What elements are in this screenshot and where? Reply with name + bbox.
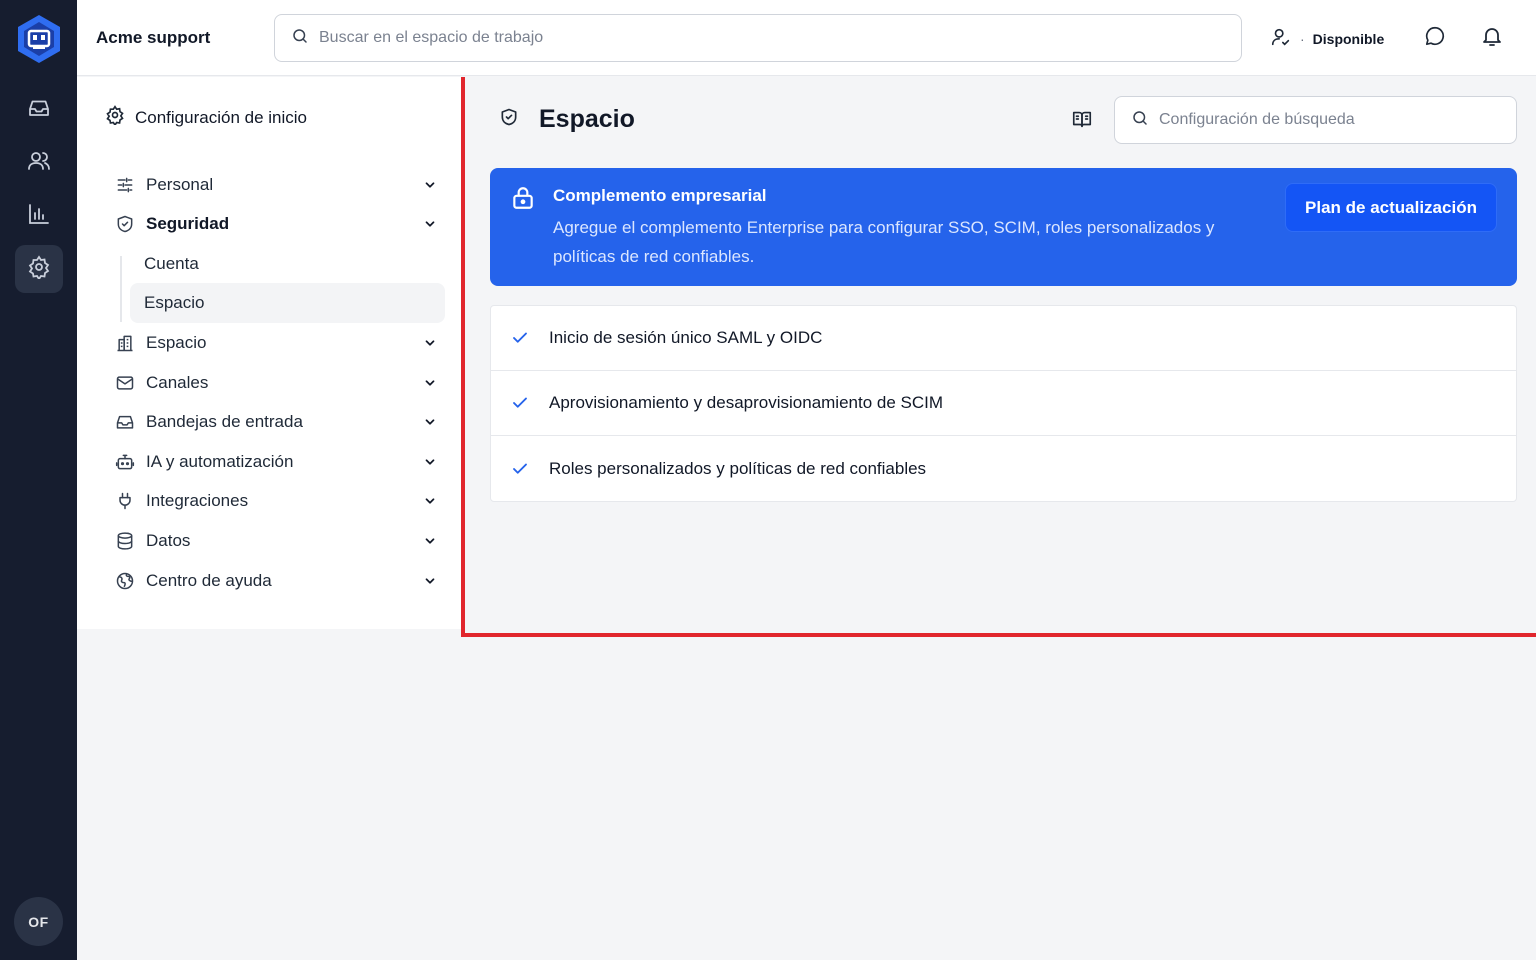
nav-item-label: Bandejas de entrada [146, 412, 303, 431]
nav-item-label: Datos [146, 531, 191, 550]
chevron-down-icon [422, 533, 438, 549]
database-icon [114, 530, 136, 552]
users-icon [27, 149, 51, 178]
feature-item: Roles personalizados y políticas de red … [491, 436, 1516, 501]
chevron-down-icon [422, 454, 438, 470]
banner-description: Agregue el complemento Enterprise para c… [553, 218, 1215, 266]
feature-label: Aprovisionamiento y desaprovisionamiento… [549, 393, 944, 412]
shield-icon [114, 213, 136, 235]
book-open-icon [1071, 108, 1093, 135]
submenu-guide-line [120, 256, 122, 322]
nav-subitem-account[interactable]: Cuenta [130, 244, 445, 284]
notifications-button[interactable] [1478, 24, 1506, 52]
settings-search-input[interactable] [1159, 111, 1499, 129]
nav-item-ai-automation[interactable]: IA y automatización [114, 444, 438, 480]
nav-item-help-center[interactable]: Centro de ayuda [114, 563, 438, 599]
reports-icon [27, 202, 51, 231]
top-bar: Acme support · Disponible [77, 0, 1536, 76]
chevron-down-icon [422, 335, 438, 351]
chat-bubble-icon [1424, 25, 1446, 52]
enterprise-addon-banner: Complemento empresarial Agregue el compl… [490, 168, 1517, 286]
nav-item-inboxes[interactable]: Bandejas de entrada [114, 404, 438, 440]
settings-nav: Configuración de inicio Personal Segurid… [77, 77, 461, 629]
shield-icon [499, 107, 519, 132]
rail-settings-button[interactable] [15, 245, 63, 293]
inbox-icon [27, 96, 51, 125]
nav-item-personal[interactable]: Personal [114, 167, 438, 203]
chat-button[interactable] [1421, 24, 1449, 52]
chevron-down-icon [422, 375, 438, 391]
nav-item-label: Integraciones [146, 491, 249, 510]
app-logo-icon[interactable] [16, 14, 62, 64]
main-content: Espacio Complemento empresarial Agregue … [461, 77, 1536, 637]
settings-search-box[interactable] [1114, 96, 1517, 144]
docs-button[interactable] [1070, 109, 1094, 133]
gear-icon [105, 105, 125, 130]
building-icon [114, 332, 136, 354]
settings-icon [27, 254, 51, 284]
mail-icon [114, 372, 136, 394]
nav-item-channels[interactable]: Canales [114, 365, 438, 401]
user-avatar[interactable]: OF [14, 897, 63, 946]
bell-icon [1480, 24, 1504, 53]
plug-icon [114, 490, 136, 512]
chevron-down-icon [422, 414, 438, 430]
user-status-icon [1270, 26, 1292, 51]
global-search-input[interactable] [319, 29, 1199, 47]
nav-item-security[interactable]: Seguridad [114, 206, 438, 242]
nav-item-label: Centro de ayuda [146, 571, 272, 590]
globe-icon [114, 570, 136, 592]
rail-reports-button[interactable] [15, 192, 63, 240]
search-icon [291, 27, 309, 50]
availability-status[interactable]: · Disponible [1270, 26, 1384, 51]
workspace-name[interactable]: Acme support [96, 28, 210, 48]
settings-home-label: Configuración de inicio [135, 107, 307, 127]
page-header: Espacio [499, 105, 635, 134]
feature-list: Inicio de sesión único SAML y OIDC Aprov… [490, 305, 1517, 502]
rail-contacts-button[interactable] [15, 139, 63, 187]
nav-item-space[interactable]: Espacio [114, 325, 438, 361]
rail-inbox-button[interactable] [15, 86, 63, 134]
sliders-icon [114, 174, 136, 196]
global-search-box[interactable] [274, 14, 1242, 62]
nav-item-label: Canales [146, 373, 209, 392]
chevron-down-icon [422, 177, 438, 193]
nav-item-data[interactable]: Datos [114, 523, 438, 559]
feature-item: Aprovisionamiento y desaprovisionamiento… [491, 371, 1516, 436]
lock-icon [510, 185, 536, 211]
upgrade-plan-button[interactable]: Plan de actualización [1285, 183, 1497, 232]
feature-label: Inicio de sesión único SAML y OIDC [549, 328, 823, 347]
status-separator: · [1300, 30, 1305, 47]
chevron-down-icon [422, 216, 438, 232]
feature-item: Inicio de sesión único SAML y OIDC [491, 306, 1516, 371]
nav-item-label: IA y automatización [146, 452, 294, 471]
robot-icon [114, 451, 136, 473]
settings-home-link[interactable]: Configuración de inicio [105, 105, 307, 130]
app-rail: OF [0, 0, 77, 960]
status-label: Disponible [1312, 30, 1385, 47]
chevron-down-icon [422, 573, 438, 589]
check-icon [511, 329, 529, 347]
banner-title: Complemento empresarial [553, 186, 767, 205]
nav-subitem-space[interactable]: Espacio [130, 283, 445, 323]
nav-item-label: Personal [146, 175, 214, 194]
chevron-down-icon [422, 493, 438, 509]
inbox-icon [114, 411, 136, 433]
feature-label: Roles personalizados y políticas de red … [549, 458, 927, 478]
nav-item-label: Seguridad [146, 214, 230, 233]
page-title: Espacio [539, 105, 635, 133]
nav-item-integrations[interactable]: Integraciones [114, 483, 438, 519]
check-icon [511, 460, 529, 478]
search-icon [1131, 109, 1149, 132]
check-icon [511, 394, 529, 412]
nav-item-label: Espacio [146, 333, 207, 352]
